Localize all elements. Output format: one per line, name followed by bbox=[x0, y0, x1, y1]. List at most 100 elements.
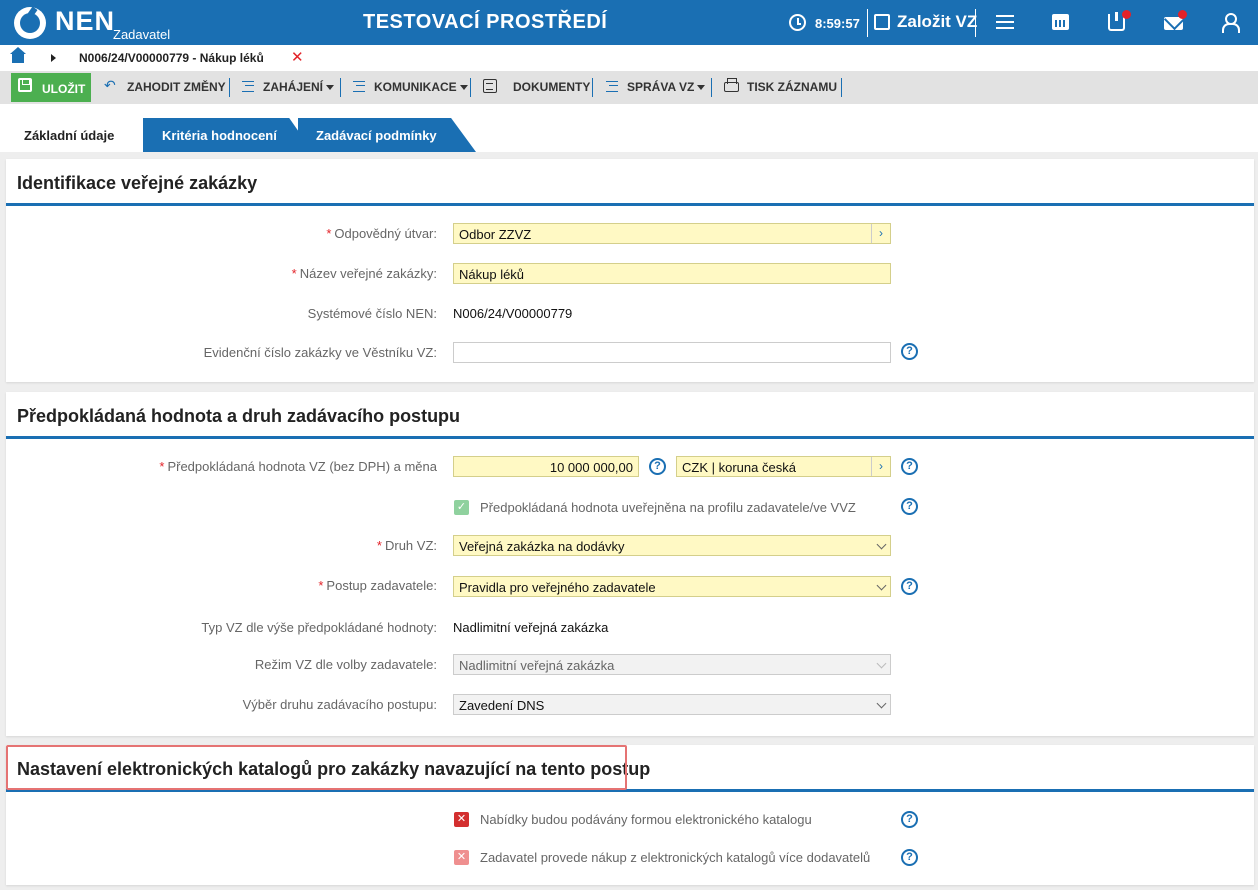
procedure-label: * Postup zadavatele: bbox=[318, 578, 437, 593]
discard-changes-button[interactable]: ZAHODIT ZMĚNY bbox=[127, 80, 226, 94]
toolbar-divider bbox=[340, 78, 341, 97]
currency-value: CZK | koruna česká bbox=[682, 460, 796, 475]
type-label: Typ VZ dle výše předpokládané hodnoty: bbox=[201, 620, 437, 635]
value-input[interactable]: 10 000 000,00 bbox=[453, 456, 639, 477]
kind-label-text: Druh VZ: bbox=[384, 538, 437, 553]
value-label-text: Předpokládaná hodnota VZ (bez DPH) a měn… bbox=[167, 459, 437, 474]
select-label: Výběr druhu zadávacího postupu: bbox=[242, 697, 437, 712]
required-marker: * bbox=[159, 459, 165, 474]
save-label: ULOŽIT bbox=[42, 82, 86, 96]
tab-bar: Základní údaje Kritéria hodnocení Zadáva… bbox=[0, 104, 1258, 152]
help-icon[interactable]: ? bbox=[901, 578, 918, 595]
print-icon bbox=[724, 78, 739, 92]
sysnum-label: Systémové číslo NEN: bbox=[307, 306, 437, 321]
chevron-right-icon[interactable]: › bbox=[871, 224, 890, 243]
admin-menu[interactable]: SPRÁVA VZ bbox=[627, 80, 706, 94]
communication-label: KOMUNIKACE bbox=[374, 80, 457, 94]
procedure-type-select[interactable]: Zavedení DNS bbox=[453, 694, 891, 715]
help-icon[interactable]: ? bbox=[901, 498, 918, 515]
help-icon[interactable]: ? bbox=[901, 811, 918, 828]
toolbar-divider bbox=[229, 78, 230, 97]
section-underline bbox=[6, 436, 1254, 439]
kind-label: * Druh VZ: bbox=[377, 538, 437, 553]
breadcrumb-current[interactable]: N006/24/V00000779 - Nákup léků bbox=[79, 51, 264, 65]
calendar-icon[interactable] bbox=[1052, 14, 1069, 30]
documents-button[interactable]: DOKUMENTY bbox=[513, 80, 590, 94]
list-icon bbox=[606, 80, 620, 92]
start-menu[interactable]: ZAHÁJENÍ bbox=[263, 80, 335, 94]
evnum-input[interactable] bbox=[453, 342, 891, 363]
required-marker: * bbox=[291, 266, 297, 281]
toolbar: ULOŽIT ↶ ZAHODIT ZMĚNY ZAHÁJENÍ KOMUNIKA… bbox=[0, 71, 1258, 104]
help-icon[interactable]: ? bbox=[901, 343, 918, 360]
help-icon[interactable]: ? bbox=[901, 458, 918, 475]
section-underline bbox=[6, 203, 1254, 206]
tab-basic-info[interactable]: Základní údaje bbox=[7, 118, 141, 152]
kind-select[interactable]: Veřejná zakázka na dodávky bbox=[453, 535, 891, 556]
save-button[interactable]: ULOŽIT bbox=[11, 73, 91, 102]
currency-select[interactable]: CZK | koruna česká › bbox=[676, 456, 891, 477]
divider bbox=[867, 9, 868, 37]
type-value: Nadlimitní veřejná zakázka bbox=[453, 620, 609, 635]
help-icon[interactable]: ? bbox=[649, 458, 666, 475]
print-record-button[interactable]: TISK ZÁZNAMU bbox=[747, 80, 837, 94]
close-icon[interactable]: ✕ bbox=[291, 48, 304, 66]
logo-text[interactable]: NEN bbox=[55, 6, 115, 37]
tab-tender-conditions[interactable]: Zadávací podmínky bbox=[298, 118, 476, 152]
procedure-label-text: Postup zadavatele: bbox=[326, 578, 437, 593]
catalog-offers-label: Nabídky budou podávány formou elektronic… bbox=[480, 812, 812, 827]
admin-label: SPRÁVA VZ bbox=[627, 80, 695, 94]
top-bar: NEN Zadavatel TESTOVACÍ PROSTŘEDÍ 8:59:5… bbox=[0, 0, 1258, 45]
help-icon[interactable]: ? bbox=[901, 849, 918, 866]
section-title: Předpokládaná hodnota a druh zadávacího … bbox=[17, 406, 461, 426]
sysnum-value: N006/24/V00000779 bbox=[453, 306, 573, 321]
session-time: 8:59:57 bbox=[815, 16, 860, 31]
notification-dot bbox=[1122, 10, 1131, 19]
create-procurement-button[interactable]: Založit VZ bbox=[897, 12, 977, 32]
menu-icon[interactable] bbox=[996, 15, 1014, 29]
divider bbox=[975, 9, 976, 37]
edit-icon bbox=[874, 14, 890, 30]
unit-label-text: Odpovědný útvar: bbox=[334, 226, 437, 241]
name-label: * Název veřejné zakázky: bbox=[292, 266, 437, 281]
chevron-down-icon bbox=[876, 698, 887, 709]
nen-logo-icon[interactable] bbox=[14, 7, 46, 39]
start-label: ZAHÁJENÍ bbox=[263, 80, 324, 94]
logo-subtitle: Zadavatel bbox=[113, 27, 171, 42]
required-marker: * bbox=[326, 226, 332, 241]
unit-value: Odbor ZZVZ bbox=[459, 227, 532, 242]
multi-supplier-checkbox[interactable]: ✕ bbox=[454, 850, 469, 865]
floppy-icon bbox=[18, 78, 32, 92]
environment-title: TESTOVACÍ PROSTŘEDÍ bbox=[363, 11, 608, 33]
mail-icon[interactable] bbox=[1164, 17, 1183, 30]
required-marker: * bbox=[318, 578, 324, 593]
mode-label: Režim VZ dle volby zadavatele: bbox=[254, 657, 437, 672]
tab-evaluation-criteria[interactable]: Kritéria hodnocení bbox=[143, 118, 313, 152]
highlight-box bbox=[6, 745, 627, 790]
procedure-value: Pravidla pro veřejného zadavatele bbox=[459, 580, 656, 595]
communication-menu[interactable]: KOMUNIKACE bbox=[374, 80, 468, 94]
document-icon bbox=[483, 79, 497, 93]
mode-select: Nadlimitní veřejná zakázka bbox=[453, 654, 891, 675]
name-input[interactable]: Nákup léků bbox=[453, 263, 891, 284]
clock-icon bbox=[789, 14, 806, 31]
section-identification: Identifikace veřejné zakázky * Odpovědný … bbox=[6, 159, 1254, 382]
chevron-down-icon bbox=[876, 658, 887, 669]
catalog-offers-checkbox[interactable]: ✕ bbox=[454, 812, 469, 827]
toolbar-divider bbox=[841, 78, 842, 97]
kind-value: Veřejná zakázka na dodávky bbox=[459, 539, 625, 554]
published-label: Předpokládaná hodnota uveřejněna na prof… bbox=[480, 500, 856, 515]
user-icon[interactable] bbox=[1222, 13, 1240, 33]
required-marker: * bbox=[376, 538, 382, 553]
caret-down-icon bbox=[459, 85, 468, 91]
published-checkbox[interactable]: ✓ bbox=[454, 500, 469, 515]
unit-select[interactable]: Odbor ZZVZ › bbox=[453, 223, 891, 244]
chevron-right-icon bbox=[51, 54, 56, 62]
chevron-right-icon[interactable]: › bbox=[871, 457, 890, 476]
procedure-select[interactable]: Pravidla pro veřejného zadavatele bbox=[453, 576, 891, 597]
undo-icon: ↶ bbox=[104, 77, 116, 93]
caret-down-icon bbox=[326, 85, 335, 91]
list-icon bbox=[242, 80, 256, 92]
home-icon[interactable] bbox=[10, 47, 26, 63]
toolbar-divider bbox=[592, 78, 593, 97]
